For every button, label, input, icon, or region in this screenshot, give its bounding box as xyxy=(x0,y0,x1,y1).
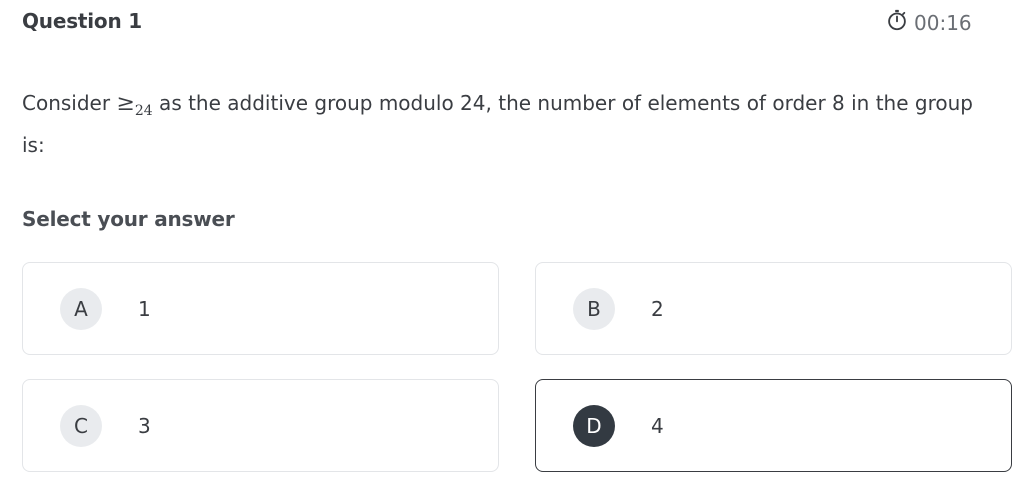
math-subscript: 24 xyxy=(134,103,153,119)
question-suffix: as the additive group modulo 24, the num… xyxy=(22,91,973,157)
math-expression: ≥24 xyxy=(116,91,153,119)
option-text: 4 xyxy=(651,413,664,438)
question-title: Question 1 xyxy=(22,9,142,33)
option-text: 3 xyxy=(138,413,151,438)
math-symbol: ≥ xyxy=(116,91,135,116)
answer-option-c[interactable]: C 3 xyxy=(22,379,499,472)
select-answer-label: Select your answer xyxy=(22,207,235,231)
timer-value: 00:16 xyxy=(914,10,972,35)
answer-option-a[interactable]: A 1 xyxy=(22,262,499,355)
stopwatch-icon xyxy=(886,9,914,36)
quiz-page: Question 1 00:16 Consider ≥24 as the add… xyxy=(0,0,1027,499)
question-prefix: Consider xyxy=(22,91,117,115)
option-text: 1 xyxy=(138,296,151,321)
option-text: 2 xyxy=(651,296,664,321)
option-letter-badge: B xyxy=(573,287,615,330)
answer-option-b[interactable]: B 2 xyxy=(535,262,1012,355)
option-letter-badge: C xyxy=(60,404,102,447)
timer: 00:16 xyxy=(886,9,972,36)
option-letter-badge: A xyxy=(60,287,102,330)
answer-option-d[interactable]: D 4 xyxy=(535,379,1012,472)
question-text: Consider ≥24 as the additive group modul… xyxy=(22,86,997,162)
option-letter-badge: D xyxy=(573,404,615,447)
